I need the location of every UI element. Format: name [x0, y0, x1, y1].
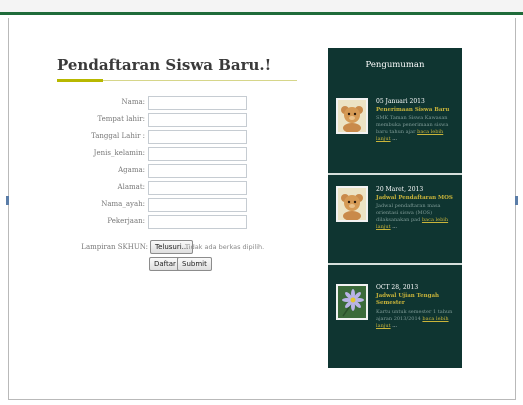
right-edge-marker	[515, 196, 518, 205]
pekerjaan-label: Pekerjaan:	[107, 217, 145, 225]
agama-label: Agama:	[118, 166, 145, 174]
agama-field[interactable]	[148, 164, 247, 178]
announcement-excerpt: Jadwal pendaftaran masa orientasi siswa …	[376, 203, 458, 231]
form-row-pekerjaan: Pekerjaan:	[70, 215, 250, 230]
form-row-tempat-lahir: Tempat lahir:	[70, 113, 250, 128]
announcement-excerpt: SMK Taman Siswa Kawasan membuka penerima…	[376, 115, 458, 143]
nama-ayah-field[interactable]	[148, 198, 247, 212]
announcement-date: OCT 28, 2013	[376, 284, 419, 291]
file-status-text: Tidak ada berkas dipilih.	[185, 243, 265, 251]
ellipsis-text: ...	[392, 224, 397, 230]
announcement-sidebar: Pengumuman 05 Januari 2013 Penerimaan Si…	[328, 48, 462, 368]
ellipsis-text: ...	[392, 323, 397, 329]
announcement-headline[interactable]: Jadwal Pendaftaran MOS	[376, 195, 458, 202]
form-row-tanggal-lahir: Tanggal Lahir :	[70, 130, 250, 145]
nama-ayah-label: Nama_ayah:	[101, 200, 145, 208]
nama-label: Nama:	[121, 98, 145, 106]
sidebar-title: Pengumuman	[365, 60, 425, 70]
sidebar-divider	[328, 263, 462, 265]
form-row-agama: Agama:	[70, 164, 250, 179]
pekerjaan-field[interactable]	[148, 215, 247, 229]
file-upload-row: Lampiran SKHUN: Telusuri... Tidak ada be…	[70, 240, 300, 255]
announcement-headline[interactable]: Penerimaan Siswa Baru	[376, 107, 458, 114]
announcement-item: 20 Maret, 2013 Jadwal Pendaftaran MOS Ja…	[336, 186, 458, 268]
title-underline-accent	[57, 79, 103, 82]
announcement-date: 20 Maret, 2013	[376, 186, 424, 193]
jenis-kelamin-field[interactable]	[148, 147, 247, 161]
nama-field[interactable]	[148, 96, 247, 110]
tanggal-lahir-label: Tanggal Lahir :	[91, 132, 145, 140]
announcement-headline[interactable]: Jadwal Ujian Tengah Semester	[376, 293, 458, 307]
announcement-date: 05 Januari 2013	[376, 98, 425, 105]
header-accent-line	[0, 12, 523, 15]
skhun-label: Lampiran SKHUN:	[81, 243, 148, 251]
tanggal-lahir-field[interactable]	[148, 130, 247, 144]
tempat-lahir-field[interactable]	[148, 113, 247, 127]
announcement-item: OCT 28, 2013 Jadwal Ujian Tengah Semeste…	[336, 284, 458, 366]
jenis-kelamin-label: Jenis_kelamin:	[93, 149, 145, 157]
announcement-excerpt: Kartu untuk semester 1 tahun ajaran 2013…	[376, 309, 458, 330]
sidebar-divider	[328, 173, 462, 175]
ellipsis-text: ...	[392, 136, 397, 142]
left-edge-marker	[6, 196, 9, 205]
form-row-nama: Nama:	[70, 96, 250, 111]
form-row-alamat: Alamat:	[70, 181, 250, 196]
flower-icon	[336, 284, 368, 320]
teddy-bear-icon	[336, 98, 368, 134]
alamat-field[interactable]	[148, 181, 247, 195]
form-row-nama-ayah: Nama_ayah:	[70, 198, 250, 213]
form-row-jenis-kelamin: Jenis_kelamin:	[70, 147, 250, 162]
teddy-bear-icon	[336, 186, 368, 222]
alamat-label: Alamat:	[117, 183, 145, 191]
submit-button[interactable]: Submit	[177, 257, 212, 271]
announcement-item: 05 Januari 2013 Penerimaan Siswa Baru SM…	[336, 98, 458, 180]
tempat-lahir-label: Tempat lahir:	[97, 115, 145, 123]
form-title: Pendaftaran Siswa Baru.!	[57, 56, 272, 74]
